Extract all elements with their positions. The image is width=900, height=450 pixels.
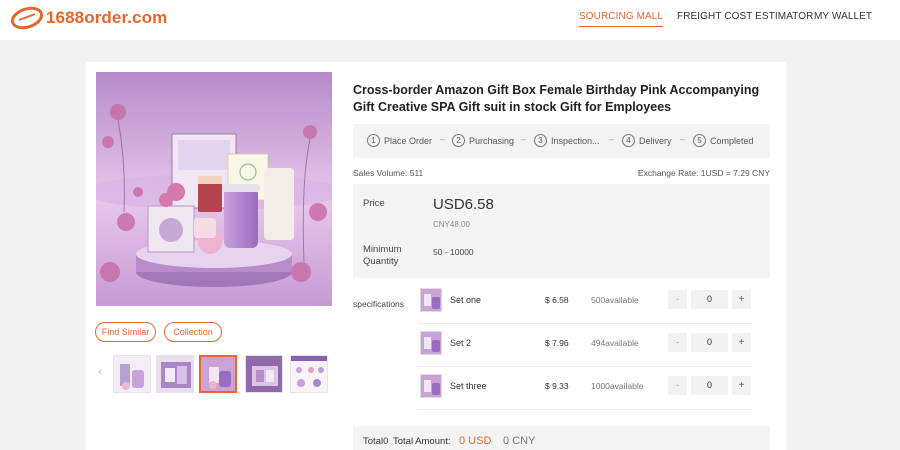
exchange-rate: Exchange Rate: 1USD = 7.29 CNY <box>638 168 770 178</box>
price-usd: USD6.58 <box>433 196 494 213</box>
step-inspection: 3 Inspection... <box>534 134 600 147</box>
spec-thumbnail <box>420 374 442 398</box>
nav-sourcing-mall[interactable]: SOURCING MALL <box>579 11 664 27</box>
step-completed: 5 Completed <box>693 134 754 147</box>
quantity-increase-button[interactable]: + <box>732 290 751 309</box>
step-label: Delivery <box>639 135 672 146</box>
total-bar: Total0 Total Amount: 0 USD 0 CNY <box>353 426 770 450</box>
spec-thumbnail <box>420 331 442 355</box>
spec-row-set-2: Set 2 $ 7.96 494available - + <box>418 324 752 367</box>
exchange-rate-label: Exchange Rate: <box>637 168 699 178</box>
step-separator: – <box>521 134 527 144</box>
step-place-order: 1 Place Order <box>367 134 432 147</box>
thumbnail[interactable] <box>290 355 328 393</box>
sales-volume-label: Sales Volume: <box>353 168 408 178</box>
brand-logo[interactable]: 1688order.com <box>10 5 167 31</box>
spec-name: Set 2 <box>450 338 472 348</box>
spec-name: Set three <box>450 381 487 391</box>
quantity-decrease-button[interactable]: - <box>668 376 687 395</box>
step-separator: – <box>680 134 686 144</box>
total-amount-label: Total Amount: <box>393 436 451 447</box>
spec-name: Set one <box>450 295 482 305</box>
total-amount-cny: 0 CNY <box>503 435 536 447</box>
step-number: 1 <box>367 134 380 147</box>
step-number: 3 <box>534 134 547 147</box>
thumbnail[interactable] <box>245 355 283 393</box>
product-main-image[interactable] <box>96 72 332 306</box>
exchange-rate-value: 1USD = 7.29 CNY <box>700 168 770 178</box>
top-header: 1688order.com SOURCING MALL FREIGHT COST… <box>0 0 900 40</box>
total-amount-usd: 0 USD <box>459 435 492 447</box>
step-label: Purchasing <box>469 135 515 146</box>
logo-swoosh-icon <box>10 5 44 31</box>
product-title: Cross-border Amazon Gift Box Female Birt… <box>353 83 760 114</box>
quantity-increase-button[interactable]: + <box>732 333 751 352</box>
quantity-increase-button[interactable]: + <box>732 376 751 395</box>
step-label: Place Order <box>384 135 433 146</box>
quantity-input[interactable] <box>691 290 728 309</box>
step-separator: – <box>609 134 615 144</box>
spec-available: 500available <box>591 295 639 305</box>
spec-price: $ 9.33 <box>545 381 569 391</box>
quantity-input[interactable] <box>691 376 728 395</box>
thumbnail[interactable] <box>156 355 194 393</box>
step-number: 2 <box>452 134 465 147</box>
spec-price: $ 6.58 <box>545 295 569 305</box>
spec-available: 1000available <box>591 381 644 391</box>
price-label: Price <box>363 198 385 209</box>
thumbnail-selected[interactable] <box>199 355 237 393</box>
step-separator: – <box>440 134 446 144</box>
spec-thumbnail <box>420 288 442 312</box>
price-box: Price USD6.58 CNY48.00 Minimum Quantity … <box>353 184 770 278</box>
min-qty-label: Minimum Quantity <box>363 244 402 268</box>
brand-name: 1688order.com <box>46 8 168 27</box>
collection-button[interactable]: Collection <box>164 322 222 342</box>
nav-my-wallet[interactable]: MY WALLET <box>814 11 872 22</box>
step-delivery: 4 Delivery <box>622 134 672 147</box>
spec-price: $ 7.96 <box>545 338 569 348</box>
sales-volume: Sales Volume: 511 <box>353 168 423 178</box>
spec-row-set-three: Set three $ 9.33 1000available - + <box>418 367 752 410</box>
step-number: 5 <box>693 134 706 147</box>
find-similar-button[interactable]: Find Similar <box>95 322 156 342</box>
nav-freight-cost-estimator[interactable]: FREIGHT COST ESTIMATOR <box>677 11 813 22</box>
quantity-decrease-button[interactable]: - <box>668 333 687 352</box>
quantity-decrease-button[interactable]: - <box>668 290 687 309</box>
thumbnail[interactable] <box>113 355 151 393</box>
quantity-input[interactable] <box>691 333 728 352</box>
spec-available: 494available <box>591 338 639 348</box>
step-purchasing: 2 Purchasing <box>452 134 514 147</box>
chevron-left-icon[interactable]: ‹ <box>98 364 108 380</box>
step-label: Completed <box>710 135 754 146</box>
total-count: Total0 <box>363 436 389 447</box>
step-label: Inspection... <box>551 135 600 146</box>
sales-volume-value: 511 <box>409 168 424 178</box>
min-qty-label-line2: Quantity <box>363 256 399 267</box>
min-qty-label-line1: Minimum <box>363 244 402 255</box>
specifications-label: specifications <box>353 299 405 309</box>
step-number: 4 <box>622 134 635 147</box>
min-qty-range: 50 - 10000 <box>433 247 474 257</box>
order-steps: 1 Place Order – 2 Purchasing – 3 Inspection… <box>353 124 770 158</box>
price-cny: CNY48.00 <box>433 220 470 229</box>
spec-row-set-one: Set one $ 6.58 500available - + <box>418 281 752 324</box>
